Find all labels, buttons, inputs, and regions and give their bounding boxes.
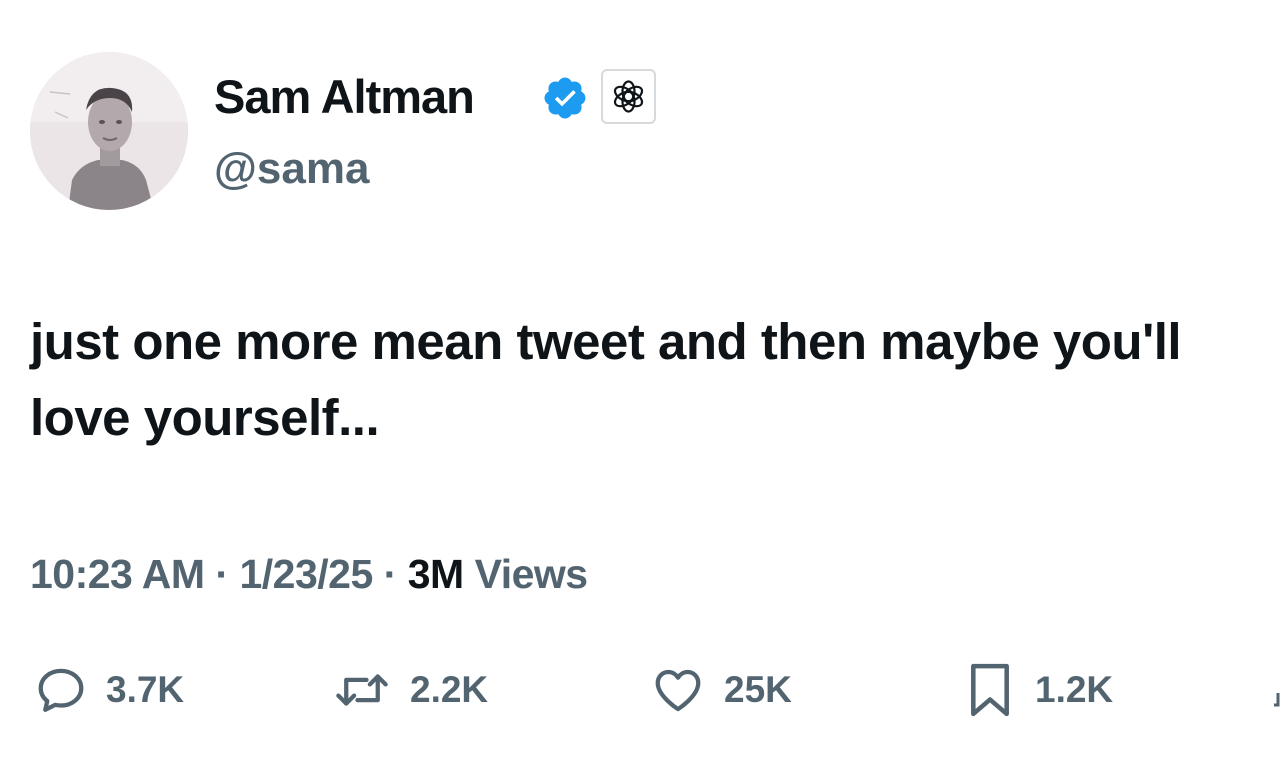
repost-button[interactable]: 2.2K	[332, 652, 488, 728]
avatar[interactable]	[30, 52, 188, 210]
repost-icon	[336, 674, 388, 706]
reply-icon	[38, 668, 84, 712]
like-count: 25K	[724, 669, 792, 710]
reply-button[interactable]: 3.7K	[34, 652, 184, 728]
views-label: Views	[474, 551, 589, 597]
reply-count: 3.7K	[106, 669, 185, 710]
repost-count: 2.2K	[410, 669, 489, 710]
tweet-meta: 10:23 AM · 1/23/25 · 3M Views	[30, 546, 588, 602]
bookmark-icon	[971, 663, 1009, 717]
share-icon	[1274, 693, 1280, 707]
meta-separator: ·	[215, 551, 229, 597]
bookmark-button[interactable]: 1.2K	[963, 652, 1113, 728]
like-button[interactable]: 25K	[650, 652, 792, 728]
views-count: 3M	[407, 551, 464, 597]
verified-badge-icon[interactable]	[541, 74, 589, 122]
openai-logo-icon	[613, 80, 644, 113]
username-handle[interactable]: @sama	[214, 140, 369, 198]
tweet-text: just one more mean tweet and then maybe …	[30, 313, 1182, 446]
share-button[interactable]	[1272, 693, 1282, 711]
affiliate-badge[interactable]	[601, 69, 656, 124]
avatar-photo	[30, 52, 188, 210]
tweet-time[interactable]: 10:23 AM	[30, 551, 205, 597]
bookmark-count: 1.2K	[1035, 669, 1114, 710]
heart-icon	[655, 669, 701, 712]
action-bar: 3.7K 2.2K 25K 1.2K	[0, 652, 1284, 728]
tweet-date[interactable]: 1/23/25	[239, 551, 373, 597]
display-name[interactable]: Sam Altman	[214, 66, 475, 128]
meta-separator: ·	[383, 551, 398, 597]
